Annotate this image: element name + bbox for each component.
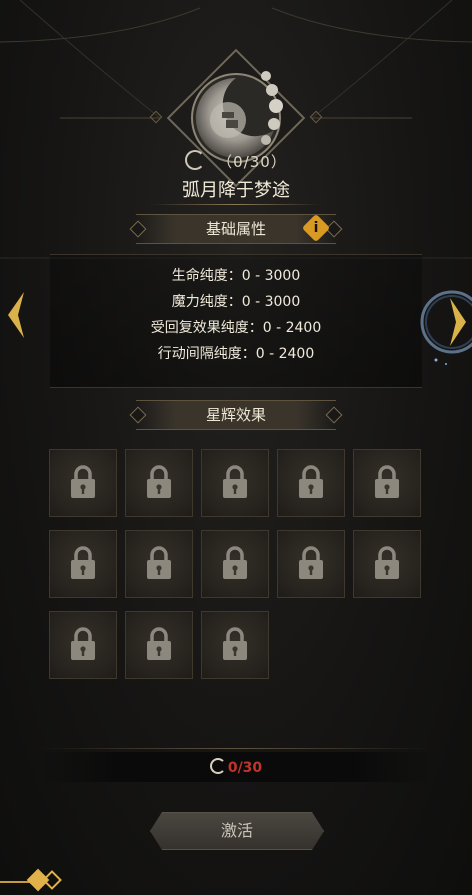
star-effect-slot[interactable] xyxy=(125,449,193,517)
progress-ring-icon xyxy=(185,150,206,170)
lock-icon xyxy=(71,627,95,660)
stat-hp-purity: 生命纯度：0 - 3000 xyxy=(171,268,301,284)
stat-heal-received-purity: 受回复效果纯度：0 - 2400 xyxy=(150,320,322,336)
activation-cost: 0/30 xyxy=(40,752,432,782)
stat-mp-purity: 魔力纯度：0 - 3000 xyxy=(171,294,301,310)
lock-icon xyxy=(299,465,323,498)
lock-icon xyxy=(223,465,247,498)
activate-button[interactable]: 激活 xyxy=(150,812,324,850)
title-divider xyxy=(150,204,322,205)
star-effect-slot[interactable] xyxy=(201,530,269,598)
star-effect-slot[interactable] xyxy=(49,530,117,598)
progress-text: （0/30） xyxy=(217,153,287,171)
star-effect-slot[interactable] xyxy=(353,449,421,517)
stat-action-interval-purity: 行动间隔纯度：0 - 2400 xyxy=(157,346,315,362)
lock-icon xyxy=(223,546,247,579)
cost-divider xyxy=(40,748,432,749)
info-icon[interactable]: i xyxy=(301,213,331,243)
star-effects-header: 星辉效果 xyxy=(136,400,336,430)
star-effect-slot[interactable] xyxy=(277,449,345,517)
corner-badge-icon[interactable] xyxy=(0,868,70,895)
star-effect-slot[interactable] xyxy=(201,611,269,679)
star-effect-slot[interactable] xyxy=(353,530,421,598)
star-effect-slot[interactable] xyxy=(125,530,193,598)
lock-icon xyxy=(147,546,171,579)
chevron-left-icon[interactable] xyxy=(4,290,28,340)
star-effect-slot[interactable] xyxy=(49,449,117,517)
star-effect-slot[interactable] xyxy=(201,449,269,517)
star-effect-slot[interactable] xyxy=(125,611,193,679)
lock-icon xyxy=(375,546,399,579)
item-title: 弧月降于梦途 xyxy=(182,180,290,201)
lock-icon xyxy=(71,465,95,498)
lock-icon xyxy=(147,627,171,660)
lock-icon xyxy=(299,546,323,579)
lock-icon xyxy=(375,465,399,498)
chevron-right-icon[interactable] xyxy=(410,286,472,366)
lock-icon xyxy=(71,546,95,579)
star-effect-slot[interactable] xyxy=(49,611,117,679)
lock-icon xyxy=(147,465,171,498)
lock-icon xyxy=(223,627,247,660)
fusion-progress: （0/30） xyxy=(0,150,472,172)
progress-ring-icon xyxy=(209,758,226,774)
star-effect-slot[interactable] xyxy=(277,530,345,598)
cost-text: 0/30 xyxy=(227,760,263,776)
